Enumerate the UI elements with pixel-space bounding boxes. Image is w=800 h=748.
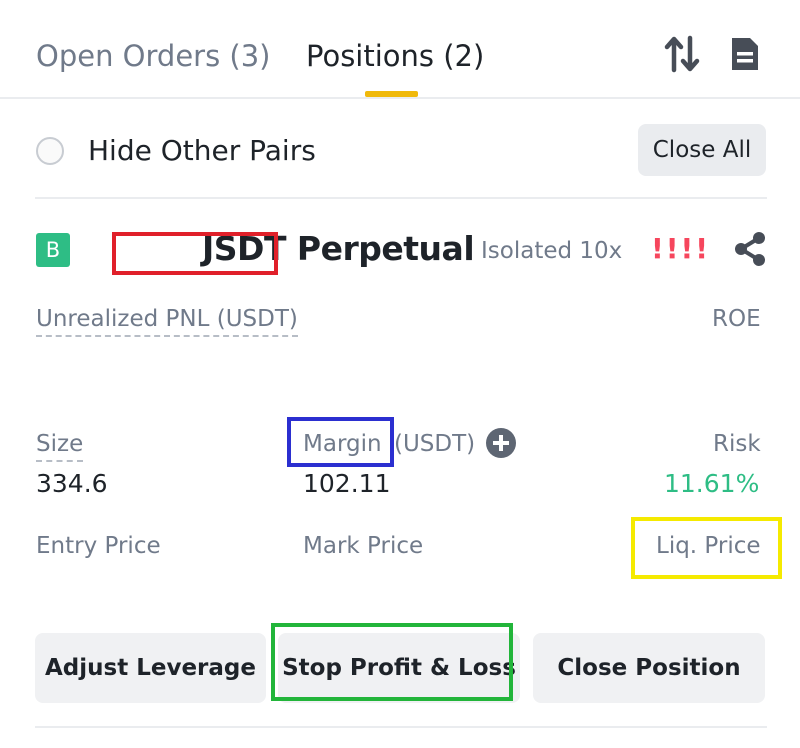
roe-label: ROE — [712, 306, 761, 332]
tab-positions[interactable]: Positions (2) — [306, 38, 484, 74]
share-icon[interactable] — [733, 231, 767, 267]
entry-price-label: Entry Price — [36, 533, 161, 559]
margin-mode-label[interactable]: Isolated 10x — [481, 235, 622, 267]
plus-circle-icon[interactable] — [486, 428, 516, 458]
side-badge: B — [36, 233, 70, 267]
sort-arrows-icon[interactable] — [664, 34, 700, 74]
risk-value: 11.61% — [664, 469, 760, 498]
highlight-box-green — [271, 623, 513, 701]
highlight-box-yellow — [631, 517, 782, 579]
size-value: 334.6 — [36, 469, 108, 498]
risk-label: Risk — [713, 431, 761, 457]
margin-unit: (USDT) — [394, 431, 476, 457]
warning-indicator: !!!! — [651, 232, 711, 265]
margin-value: 102.11 — [303, 469, 391, 498]
redaction-box-red — [112, 232, 278, 275]
divider — [35, 726, 767, 728]
position-tabs: Open Orders (3) Positions (2) — [0, 0, 800, 99]
active-tab-indicator — [365, 91, 418, 97]
order-history-icon[interactable] — [730, 36, 760, 72]
size-label[interactable]: Size — [36, 428, 84, 462]
divider — [35, 197, 767, 199]
close-position-button[interactable]: Close Position — [533, 633, 765, 703]
tab-open-orders[interactable]: Open Orders (3) — [36, 38, 271, 74]
filter-row: Hide Other Pairs Close All — [0, 100, 800, 198]
highlight-box-blue — [287, 417, 394, 467]
close-all-button[interactable]: Close All — [638, 124, 766, 176]
unrealized-pnl-label[interactable]: Unrealized PNL (USDT) — [36, 303, 298, 337]
mark-price-label: Mark Price — [303, 533, 424, 559]
hide-other-pairs-label[interactable]: Hide Other Pairs — [88, 132, 316, 170]
hide-other-pairs-radio[interactable] — [36, 137, 64, 165]
adjust-leverage-button[interactable]: Adjust Leverage — [35, 633, 266, 703]
